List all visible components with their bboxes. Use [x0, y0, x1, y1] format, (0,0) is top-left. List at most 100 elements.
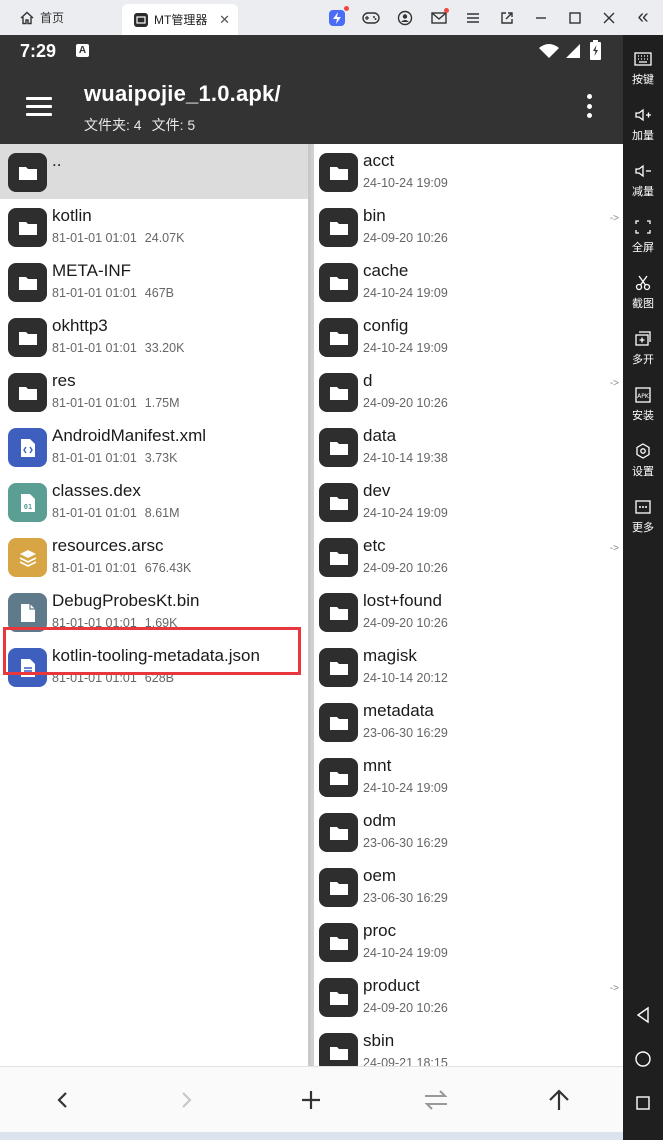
- file-date: 81-01-01 01:01: [52, 286, 137, 300]
- account-button[interactable]: [388, 0, 422, 35]
- mt-app-icon: [134, 12, 148, 27]
- file-row[interactable]: 01 classes.dex 81-01-01 01:01 8.61M: [0, 474, 308, 529]
- file-size: 24.07K: [144, 231, 185, 245]
- folder-row[interactable]: dev 24-10-24 19:09: [314, 474, 623, 529]
- forward-button[interactable]: [170, 1084, 202, 1116]
- folder-row[interactable]: odm 23-06-30 16:29: [314, 804, 623, 859]
- dot: [586, 113, 592, 118]
- sidebar-item-more[interactable]: 更多: [623, 493, 663, 549]
- folder-row[interactable]: lost+found 24-09-20 10:26: [314, 584, 623, 639]
- file-meta: 81-01-01 01:01 467B: [52, 286, 174, 300]
- close-window-button[interactable]: [592, 0, 626, 35]
- android-home-button[interactable]: [623, 1039, 663, 1079]
- folder-icon: [319, 703, 358, 742]
- folder-row[interactable]: etc 24-09-20 10:26 ->: [314, 529, 623, 584]
- file-date: 81-01-01 01:01: [52, 506, 137, 520]
- mail-button[interactable]: [422, 0, 456, 35]
- plus-icon: [302, 1091, 320, 1109]
- minimize-button[interactable]: [524, 0, 558, 35]
- folder-icon: [319, 1033, 358, 1066]
- folder-icon: [319, 483, 358, 522]
- back-triangle-icon: [636, 1006, 649, 1024]
- folder-row[interactable]: product 24-09-20 10:26 ->: [314, 969, 623, 1024]
- folder-name: mnt: [363, 756, 392, 775]
- android-back-button[interactable]: [623, 995, 663, 1035]
- folder-date: 24-10-14 20:12: [363, 671, 448, 685]
- folder-row[interactable]: config 24-10-24 19:09: [314, 309, 623, 364]
- file-row[interactable]: AndroidManifest.xml 81-01-01 01:01 3.73K: [0, 419, 308, 474]
- sidebar-label: 设置: [632, 466, 654, 478]
- folder-row[interactable]: mnt 24-10-24 19:09: [314, 749, 623, 804]
- file-row[interactable]: resources.arsc 81-01-01 01:01 676.43K: [0, 529, 308, 584]
- file-meta: 81-01-01 01:01 24.07K: [52, 231, 184, 245]
- status-time: 7:29: [20, 41, 57, 61]
- sidebar-item-install[interactable]: APK 安装: [623, 381, 663, 437]
- sidebar-label: 加量: [632, 130, 654, 142]
- scissors-icon: [635, 275, 651, 291]
- gamepad-button[interactable]: [354, 0, 388, 35]
- folder-name: magisk: [363, 646, 417, 665]
- file-row[interactable]: META-INF 81-01-01 01:01 467B: [0, 254, 308, 309]
- hamburger-icon: [467, 12, 479, 23]
- sidebar-item-volume-up[interactable]: 加量: [623, 101, 663, 157]
- folder-icon: [319, 153, 358, 192]
- sidebar-item-volume-down[interactable]: 减量: [623, 157, 663, 213]
- sidebar-label: 全屏: [632, 242, 654, 254]
- folder-row[interactable]: d 24-09-20 10:26 ->: [314, 364, 623, 419]
- file-name: DebugProbesKt.bin: [52, 591, 200, 610]
- folder-row[interactable]: sbin 24-09-21 18:15: [314, 1024, 623, 1066]
- folder-row[interactable]: metadata 23-06-30 16:29: [314, 694, 623, 749]
- volume-down-icon: [635, 164, 651, 178]
- phone-screen: 7:29 A wuaipojie_1.0.apk/ 文件夹: 4 文件: 5 ..…: [0, 35, 623, 1132]
- sidebar-item-multi[interactable]: 多开: [623, 325, 663, 381]
- right-file-panel[interactable]: acct 24-10-24 19:09 bin 24-09-20 10:26 -> cac…: [314, 144, 623, 1066]
- swap-panels-button[interactable]: [420, 1084, 452, 1116]
- file-size: 8.61M: [144, 506, 180, 520]
- folder-name: sbin: [363, 1031, 395, 1050]
- bottom-toolbar: [0, 1066, 623, 1132]
- maximize-button[interactable]: [558, 0, 592, 35]
- sidebar-item-keys[interactable]: 按键: [623, 45, 663, 101]
- app-bar: wuaipojie_1.0.apk/ 文件夹: 4 文件: 5: [0, 67, 623, 144]
- overflow-menu-button[interactable]: [578, 91, 600, 121]
- home-tab[interactable]: 首页: [0, 0, 122, 35]
- file-row[interactable]: kotlin 81-01-01 01:01 24.07K: [0, 199, 308, 254]
- drawer-menu-button[interactable]: [20, 89, 58, 123]
- folder-icon: [319, 978, 358, 1017]
- emulator-bottom-strip: [0, 1132, 623, 1140]
- arsc-file-icon: [8, 538, 47, 577]
- status-bar: 7:29 A: [0, 35, 623, 67]
- parent-directory-row[interactable]: ..: [0, 144, 308, 199]
- add-button[interactable]: [295, 1084, 327, 1116]
- folder-icon: [319, 538, 358, 577]
- folder-row[interactable]: cache 24-10-24 19:09: [314, 254, 623, 309]
- path-title: wuaipojie_1.0.apk/: [84, 81, 281, 106]
- folder-row[interactable]: bin 24-09-20 10:26 ->: [314, 199, 623, 254]
- left-file-panel[interactable]: .. kotlin 81-01-01 01:01 24.07K META-INF 81-…: [0, 144, 311, 1066]
- file-meta: 81-01-01 01:01 3.73K: [52, 451, 177, 465]
- folder-row[interactable]: magisk 24-10-14 20:12: [314, 639, 623, 694]
- collapse-sidebar-button[interactable]: «: [626, 0, 660, 35]
- folder-name: dev: [363, 481, 391, 500]
- sidebar-item-fullscreen[interactable]: 全屏: [623, 213, 663, 269]
- back-button[interactable]: [47, 1084, 79, 1116]
- folder-row[interactable]: oem 23-06-30 16:29: [314, 859, 623, 914]
- folder-file-count: 文件夹: 4 文件: 5: [84, 115, 205, 135]
- apk-install-icon: APK: [635, 387, 651, 403]
- sidebar-item-screenshot[interactable]: 截图: [623, 269, 663, 325]
- folder-date: 24-10-24 19:09: [363, 176, 448, 190]
- folder-row[interactable]: data 24-10-14 19:38: [314, 419, 623, 474]
- android-recents-button[interactable]: [623, 1083, 663, 1123]
- file-row[interactable]: res 81-01-01 01:01 1.75M: [0, 364, 308, 419]
- menu-button[interactable]: [456, 0, 490, 35]
- boost-button[interactable]: [320, 0, 354, 35]
- file-row[interactable]: okhttp3 81-01-01 01:01 33.20K: [0, 309, 308, 364]
- mt-manager-tab[interactable]: MT管理器 ✕: [122, 4, 238, 35]
- folder-row[interactable]: proc 24-10-24 19:09: [314, 914, 623, 969]
- up-directory-button[interactable]: [543, 1084, 575, 1116]
- close-tab-icon[interactable]: ✕: [219, 12, 230, 28]
- folder-row[interactable]: acct 24-10-24 19:09: [314, 144, 623, 199]
- folder-date: 23-06-30 16:29: [363, 726, 448, 740]
- sidebar-item-settings[interactable]: 设置: [623, 437, 663, 493]
- popout-button[interactable]: [490, 0, 524, 35]
